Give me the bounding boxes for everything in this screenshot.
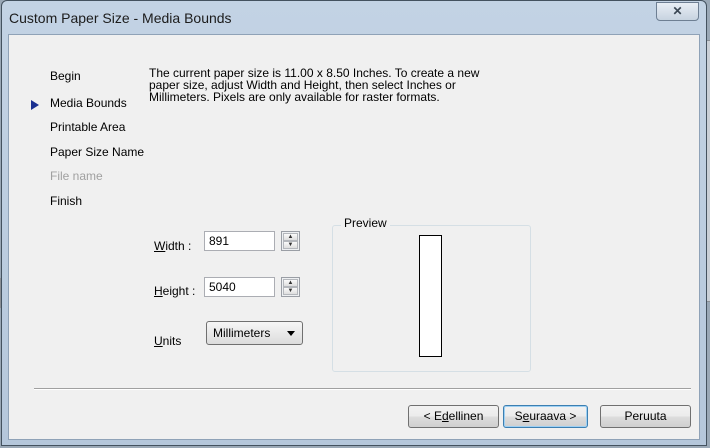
height-input[interactable]: 5040	[204, 277, 275, 297]
width-label-mnemonic: W	[154, 239, 166, 253]
back-button-mnemonic: d	[441, 409, 449, 423]
height-label: Height :	[154, 284, 195, 298]
back-button[interactable]: < Edellinen	[408, 405, 499, 428]
width-input[interactable]: 891	[204, 231, 275, 251]
title-bar[interactable]: Custom Paper Size - Media Bounds ✕	[2, 1, 706, 35]
button-separator	[34, 388, 691, 390]
current-step-marker-icon	[31, 100, 39, 110]
width-increment-button[interactable]: ▲	[283, 233, 298, 241]
back-button-prefix: <	[423, 409, 434, 423]
cancel-button[interactable]: Peruuta	[600, 405, 691, 428]
sidebar-item-file-name: File name	[50, 169, 103, 183]
dialog-window: Custom Paper Size - Media Bounds ✕ Begin…	[1, 0, 707, 446]
sidebar-item-paper-size-name: Paper Size Name	[50, 145, 145, 159]
back-button-text-start: E	[433, 409, 442, 423]
window-title: Custom Paper Size - Media Bounds	[9, 10, 232, 26]
next-button-text-start: S	[514, 409, 523, 423]
back-button-text-end: ellinen	[448, 409, 484, 423]
dialog-client-area: Begin Media Bounds Printable Area Paper …	[8, 34, 700, 440]
height-decrement-button[interactable]: ▼	[283, 287, 298, 295]
chevron-down-icon	[287, 331, 295, 336]
units-select[interactable]: Millimeters	[206, 321, 303, 345]
next-button-text-end: uraava >	[529, 409, 577, 423]
preview-label: Preview	[341, 216, 390, 230]
units-selected-value: Millimeters	[213, 326, 271, 340]
sidebar-item-printable-area: Printable Area	[50, 120, 126, 134]
width-label: Width :	[154, 239, 191, 253]
sidebar-item-media-bounds: Media Bounds	[50, 96, 127, 110]
units-label-mnemonic: U	[154, 334, 163, 348]
height-spinner: ▲ ▼	[281, 277, 300, 297]
width-label-text: idth :	[165, 239, 192, 253]
next-button[interactable]: Seuraava >	[503, 405, 588, 428]
close-button[interactable]: ✕	[656, 2, 699, 21]
sidebar-item-begin: Begin	[50, 69, 81, 83]
height-label-text: eight :	[162, 284, 196, 298]
instructions-line: Millimeters. Pixels are only available f…	[149, 90, 440, 104]
units-label-text: nits	[162, 334, 182, 348]
sidebar-item-finish: Finish	[50, 194, 83, 208]
width-spinner: ▲ ▼	[281, 231, 300, 251]
height-label-mnemonic: H	[154, 284, 163, 298]
instructions-text: The current paper size is 11.00 x 8.50 I…	[149, 67, 529, 103]
close-icon: ✕	[672, 4, 683, 18]
units-label: Units	[154, 334, 181, 348]
paper-preview-shape	[419, 235, 442, 357]
width-decrement-button[interactable]: ▼	[283, 241, 298, 249]
height-increment-button[interactable]: ▲	[283, 279, 298, 287]
